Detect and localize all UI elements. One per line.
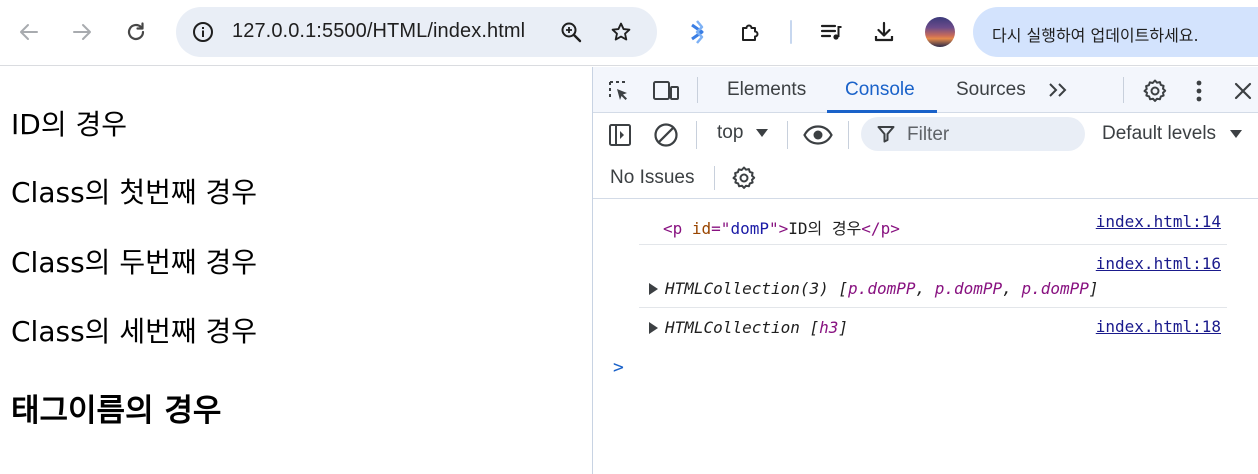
bracket-close: ] xyxy=(838,318,849,337)
filter-placeholder: Filter xyxy=(907,124,950,145)
expand-triangle-icon[interactable] xyxy=(649,283,658,295)
extension-bluetooth-icon[interactable] xyxy=(678,13,716,51)
collection-item: h3 xyxy=(819,318,839,337)
issues-divider xyxy=(714,166,715,190)
attr-close: "> xyxy=(768,219,789,238)
close-icon[interactable] xyxy=(1229,77,1257,105)
collection-item: p.domPP xyxy=(934,279,1003,298)
tag-close: </p> xyxy=(861,219,900,238)
chevron-down-icon xyxy=(1230,129,1243,138)
arrow-back-icon[interactable] xyxy=(10,13,48,51)
extensions-puzzle-icon[interactable] xyxy=(731,13,769,51)
dom-node-preview[interactable]: <p id="domP">ID의 경우</p> xyxy=(663,215,900,239)
toolbar-divider-2 xyxy=(787,121,788,149)
toolbar-divider-3 xyxy=(848,121,849,149)
source-link[interactable]: index.html:14 xyxy=(1096,212,1221,231)
page-viewport: ID의 경우 Class의 첫번째 경우 Class의 두번째 경우 Class… xyxy=(0,67,592,474)
live-expression-eye-icon[interactable] xyxy=(801,121,835,149)
toolbar-divider xyxy=(790,20,792,44)
bracket-open: [ xyxy=(838,279,849,298)
filter-funnel-icon xyxy=(877,126,895,143)
attr-value: domP xyxy=(730,219,769,238)
context-selector-label: top xyxy=(717,122,744,143)
log-levels-label: Default levels xyxy=(1102,123,1217,144)
tabbar-divider-right xyxy=(1123,77,1124,103)
attr-name: id xyxy=(691,219,712,238)
collection-preview[interactable]: HTMLCollection [h3] xyxy=(665,318,848,337)
arrow-forward-icon[interactable] xyxy=(63,13,101,51)
console-toolbar: top Filter Default levels xyxy=(593,113,1258,157)
collection-name: HTMLCollection xyxy=(665,318,800,337)
separator: , xyxy=(1002,279,1022,298)
collection-item: p.domPP xyxy=(1021,279,1089,298)
collection-item: p.domPP xyxy=(848,279,916,298)
source-link[interactable]: index.html:18 xyxy=(1096,317,1221,336)
profile-avatar[interactable] xyxy=(925,17,955,47)
issues-bar: No Issues xyxy=(593,157,1258,199)
address-bar[interactable]: 127.0.0.1:5500/HTML/index.html xyxy=(176,7,657,57)
separator: , xyxy=(915,279,935,298)
clear-console-icon[interactable] xyxy=(652,121,680,149)
paragraph-id: ID의 경우 xyxy=(11,108,127,141)
browser-toolbar: 127.0.0.1:5500/HTML/index.html 다시 실행하여 업… xyxy=(0,0,1258,66)
tab-console[interactable]: Console xyxy=(845,79,915,101)
bracket-open: [ xyxy=(809,318,820,337)
inspect-element-icon[interactable] xyxy=(605,77,633,105)
attr-eq: =" xyxy=(711,219,731,238)
console-message: index.html:16 HTMLCollection(3) [p.domPP… xyxy=(639,245,1227,308)
update-button[interactable]: 다시 실행하여 업데이트하세요. xyxy=(973,7,1258,57)
zoom-icon[interactable] xyxy=(554,15,588,49)
heading-tag: 태그이름의 경우 xyxy=(11,393,222,429)
url-text[interactable]: 127.0.0.1:5500/HTML/index.html xyxy=(232,20,525,43)
update-button-label: 다시 실행하여 업데이트하세요. xyxy=(992,26,1199,45)
devtools-tabbar: Elements Console Sources xyxy=(593,67,1258,113)
toolbar-divider xyxy=(696,121,697,149)
paragraph-class-first: Class의 첫번째 경우 xyxy=(11,176,258,209)
download-icon[interactable] xyxy=(865,13,903,51)
chevron-down-icon xyxy=(755,128,768,137)
console-prompt[interactable]: > xyxy=(613,357,624,378)
media-playlist-icon[interactable] xyxy=(812,13,850,51)
tab-sources[interactable]: Sources xyxy=(956,79,1026,101)
tag-open: <p xyxy=(663,219,683,238)
more-tabs-icon[interactable] xyxy=(1047,79,1071,101)
expand-triangle-icon[interactable] xyxy=(649,322,658,334)
issues-counter[interactable]: No Issues xyxy=(610,167,694,189)
bracket-close: ] xyxy=(1088,279,1099,298)
log-levels-dropdown[interactable]: Default levels xyxy=(1102,123,1243,145)
reload-icon[interactable] xyxy=(117,13,155,51)
node-text: ID의 경우 xyxy=(788,219,862,238)
more-options-icon[interactable] xyxy=(1189,77,1209,105)
tabbar-divider xyxy=(697,77,698,103)
sidebar-toggle-icon[interactable] xyxy=(607,122,633,148)
context-selector[interactable]: top xyxy=(717,122,769,144)
console-message: index.html:14 <p id="domP">ID의 경우</p> xyxy=(639,199,1227,245)
console-settings-gear-icon[interactable] xyxy=(730,164,758,192)
paragraph-class-second: Class의 두번째 경우 xyxy=(11,246,258,279)
console-message: index.html:18 HTMLCollection [h3] xyxy=(639,308,1227,349)
bookmark-star-icon[interactable] xyxy=(604,15,638,49)
collection-name: HTMLCollection(3) xyxy=(665,279,829,298)
console-output: index.html:14 <p id="domP">ID의 경우</p> in… xyxy=(593,199,1258,474)
source-link[interactable]: index.html:16 xyxy=(1096,254,1221,273)
collection-preview[interactable]: HTMLCollection(3) [p.domPP, p.domPP, p.d… xyxy=(665,279,1099,298)
devtools-panel: Elements Console Sources top Filter Defa… xyxy=(592,67,1258,474)
site-info-icon[interactable] xyxy=(186,15,220,49)
filter-input[interactable]: Filter xyxy=(861,117,1085,151)
device-toolbar-icon[interactable] xyxy=(651,77,681,105)
settings-gear-icon[interactable] xyxy=(1141,77,1169,105)
tab-elements[interactable]: Elements xyxy=(727,79,806,101)
paragraph-class-third: Class의 세번째 경우 xyxy=(11,315,258,348)
